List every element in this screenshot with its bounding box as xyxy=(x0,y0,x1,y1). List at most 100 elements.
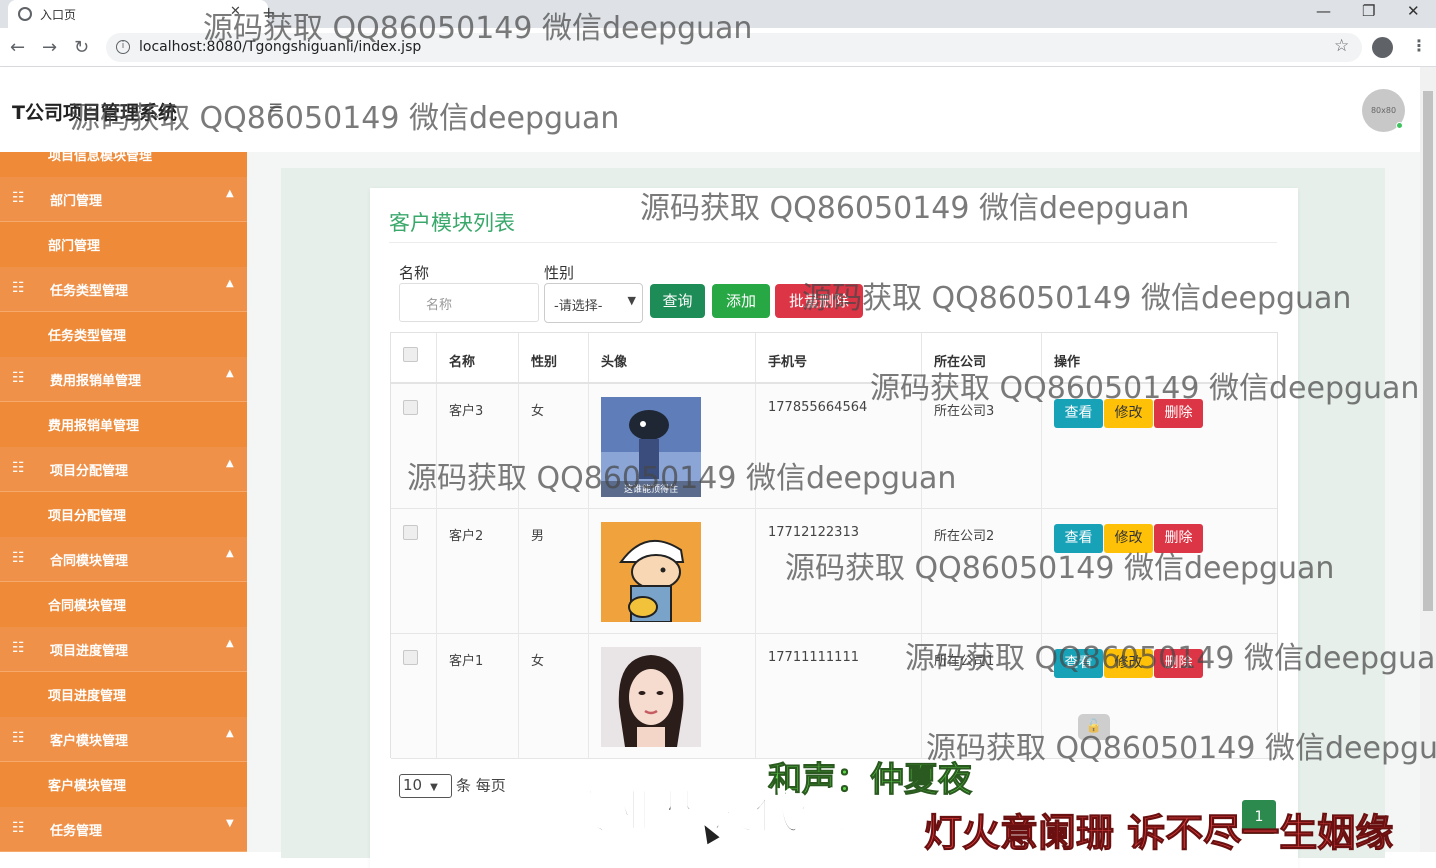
sidebar-item[interactable]: 任务类型管理 xyxy=(0,312,247,357)
watermark: 源码获取 QQ86050149 微信deepguan xyxy=(407,461,957,496)
sidebar: 项目信息模块管理 ☷ ▲ 部门管理 部门管理 ☷ ▲ 任务类型管理 任务类型管理 ☷ ▲ 费用报销单管… xyxy=(0,152,247,852)
column-header: 头像 xyxy=(589,333,756,383)
phone-cell: 17711111111 xyxy=(756,634,922,759)
grid-icon: ☷ xyxy=(12,370,25,386)
watermark: 源码获取 QQ86050149 微信deepguan xyxy=(203,11,753,46)
name-cell: 客户1 xyxy=(437,634,519,759)
sidebar-item-label: 合同模块管理 xyxy=(50,554,129,569)
sidebar-item-label: 项目分配管理 xyxy=(50,464,129,479)
name-search-input[interactable]: 名称 xyxy=(399,283,539,322)
select-all-header xyxy=(391,333,437,383)
row-checkbox[interactable] xyxy=(403,400,418,415)
sidebar-item[interactable]: 项目分配管理 xyxy=(0,492,247,537)
sidebar-item[interactable]: 项目信息模块管理 xyxy=(0,152,247,177)
sidebar-item-label: 任务类型管理 xyxy=(50,284,129,299)
watermark: 源码获取 QQ86050149 微信deepguan xyxy=(640,191,1190,226)
song-lyric-caption: 灯火意阑珊 诉不尽一生姻缘 xyxy=(923,811,1394,856)
sidebar-item[interactable]: 项目进度管理 xyxy=(0,672,247,717)
sidebar-item-label: 项目进度管理 xyxy=(48,689,127,704)
grid-icon: ☷ xyxy=(12,550,25,566)
gender-select[interactable]: -请选择- ▼ xyxy=(544,283,643,323)
add-button[interactable]: 添加 xyxy=(712,284,770,318)
customer-avatar-image xyxy=(601,647,701,747)
watermark: 源码获取 QQ86050149 微信deepguan xyxy=(802,281,1352,316)
info-icon[interactable]: i xyxy=(116,40,130,54)
sidebar-item-label: 任务管理 xyxy=(50,824,103,839)
back-icon[interactable]: ← xyxy=(10,37,25,58)
sidebar-group[interactable]: ☷ ▲ 合同模块管理 xyxy=(0,537,247,582)
customer-avatar-image xyxy=(601,522,701,622)
sidebar-item-label: 合同模块管理 xyxy=(48,599,127,614)
sidebar-item-label: 任务类型管理 xyxy=(48,329,127,344)
title-divider xyxy=(389,242,1277,243)
row-checkbox[interactable] xyxy=(403,525,418,540)
chevron-up-icon: ▲ xyxy=(226,188,234,199)
page-size-suffix: 条 每页 xyxy=(456,776,506,795)
column-header: 名称 xyxy=(437,333,519,383)
page-size-value: 10 xyxy=(403,776,423,794)
row-select-cell xyxy=(391,634,437,759)
avatar[interactable]: 80x80 xyxy=(1362,89,1405,132)
sidebar-item-label: 客户模块管理 xyxy=(50,734,129,749)
profile-icon[interactable] xyxy=(1372,37,1393,58)
avatar-cell xyxy=(589,634,756,759)
scrollbar-thumb[interactable] xyxy=(1423,91,1433,611)
sidebar-group[interactable]: ☷ ▲ 项目进度管理 xyxy=(0,627,247,672)
watermark: 源码获取 QQ86050149 微信deepguan xyxy=(870,371,1420,406)
sidebar-item-label: 费用报销单管理 xyxy=(50,374,142,389)
sidebar-item[interactable]: 合同模块管理 xyxy=(0,582,247,627)
row-checkbox[interactable] xyxy=(403,650,418,665)
sidebar-group[interactable]: ☷ ▲ 任务类型管理 xyxy=(0,267,247,312)
page-title: 客户模块列表 xyxy=(389,211,515,235)
sidebar-item-label: 部门管理 xyxy=(50,194,103,209)
online-status-dot xyxy=(1396,122,1403,129)
forward-icon[interactable]: → xyxy=(42,37,57,58)
chevron-down-icon: ▼ xyxy=(627,294,636,307)
watermark: 源码获取 QQ86050149 微信deepguan xyxy=(926,731,1436,766)
browser-menu-icon[interactable]: ⋮ xyxy=(1411,36,1427,55)
chevron-up-icon: ▲ xyxy=(226,458,234,469)
select-all-checkbox[interactable] xyxy=(403,347,418,362)
grid-icon: ☷ xyxy=(12,820,25,836)
chevron-up-icon: ▲ xyxy=(226,548,234,559)
sidebar-group[interactable]: ☷ ▲ 项目分配管理 xyxy=(0,447,247,492)
chevron-down-icon: ▼ xyxy=(430,782,438,793)
gender-filter-label: 性别 xyxy=(544,264,575,282)
watermark: 源码获取 QQ86050149 微信deepguan xyxy=(905,641,1436,676)
avatar-cell xyxy=(589,509,756,634)
sidebar-group[interactable]: ☷ ▲ 部门管理 xyxy=(0,177,247,222)
avatar-placeholder-text: 80x80 xyxy=(1370,106,1397,115)
gender-cell: 男 xyxy=(519,509,589,634)
bookmark-star-icon[interactable]: ☆ xyxy=(1334,36,1349,56)
sidebar-group[interactable]: ☷ ▲ 费用报销单管理 xyxy=(0,357,247,402)
sidebar-group[interactable]: ☷ ▲ 客户模块管理 xyxy=(0,717,247,762)
sidebar-item-label: 项目进度管理 xyxy=(50,644,129,659)
column-header: 性别 xyxy=(519,333,589,383)
tab-title: 入口页 xyxy=(40,8,77,22)
sidebar-group[interactable]: ☷ ▼ 任务管理 xyxy=(0,807,247,852)
watermark: 源码获取 QQ86050149 微信deepguan xyxy=(70,101,620,136)
sidebar-item-label: 项目分配管理 xyxy=(48,509,127,524)
sidebar-item-label: 项目信息模块管理 xyxy=(48,152,153,164)
chevron-up-icon: ▲ xyxy=(226,728,234,739)
chevron-down-icon: ▼ xyxy=(226,818,234,829)
globe-icon xyxy=(18,7,32,21)
reload-icon[interactable]: ↻ xyxy=(74,37,89,58)
row-select-cell xyxy=(391,509,437,634)
watermark: 源码获取 QQ86050149 微信deepguan xyxy=(785,551,1335,586)
sidebar-item[interactable]: 费用报销单管理 xyxy=(0,402,247,447)
chevron-up-icon: ▲ xyxy=(226,278,234,289)
sidebar-item[interactable]: 部门管理 xyxy=(0,222,247,267)
query-button[interactable]: 查询 xyxy=(650,284,705,318)
page-size-select[interactable]: 10 ▼ xyxy=(399,774,452,798)
pagination-size: 10 ▼ 条 每页 xyxy=(399,774,506,798)
sidebar-item[interactable]: 客户模块管理 xyxy=(0,762,247,807)
maximize-icon[interactable]: ❐ xyxy=(1362,2,1375,20)
sidebar-item-label: 客户模块管理 xyxy=(48,779,127,794)
name-filter-label: 名称 xyxy=(399,264,430,282)
sidebar-item-label: 费用报销单管理 xyxy=(48,419,140,434)
grid-icon: ☷ xyxy=(12,190,25,206)
minimize-icon[interactable]: — xyxy=(1316,2,1331,20)
gender-cell: 女 xyxy=(519,634,589,759)
window-close-icon[interactable]: ✕ xyxy=(1407,2,1420,20)
